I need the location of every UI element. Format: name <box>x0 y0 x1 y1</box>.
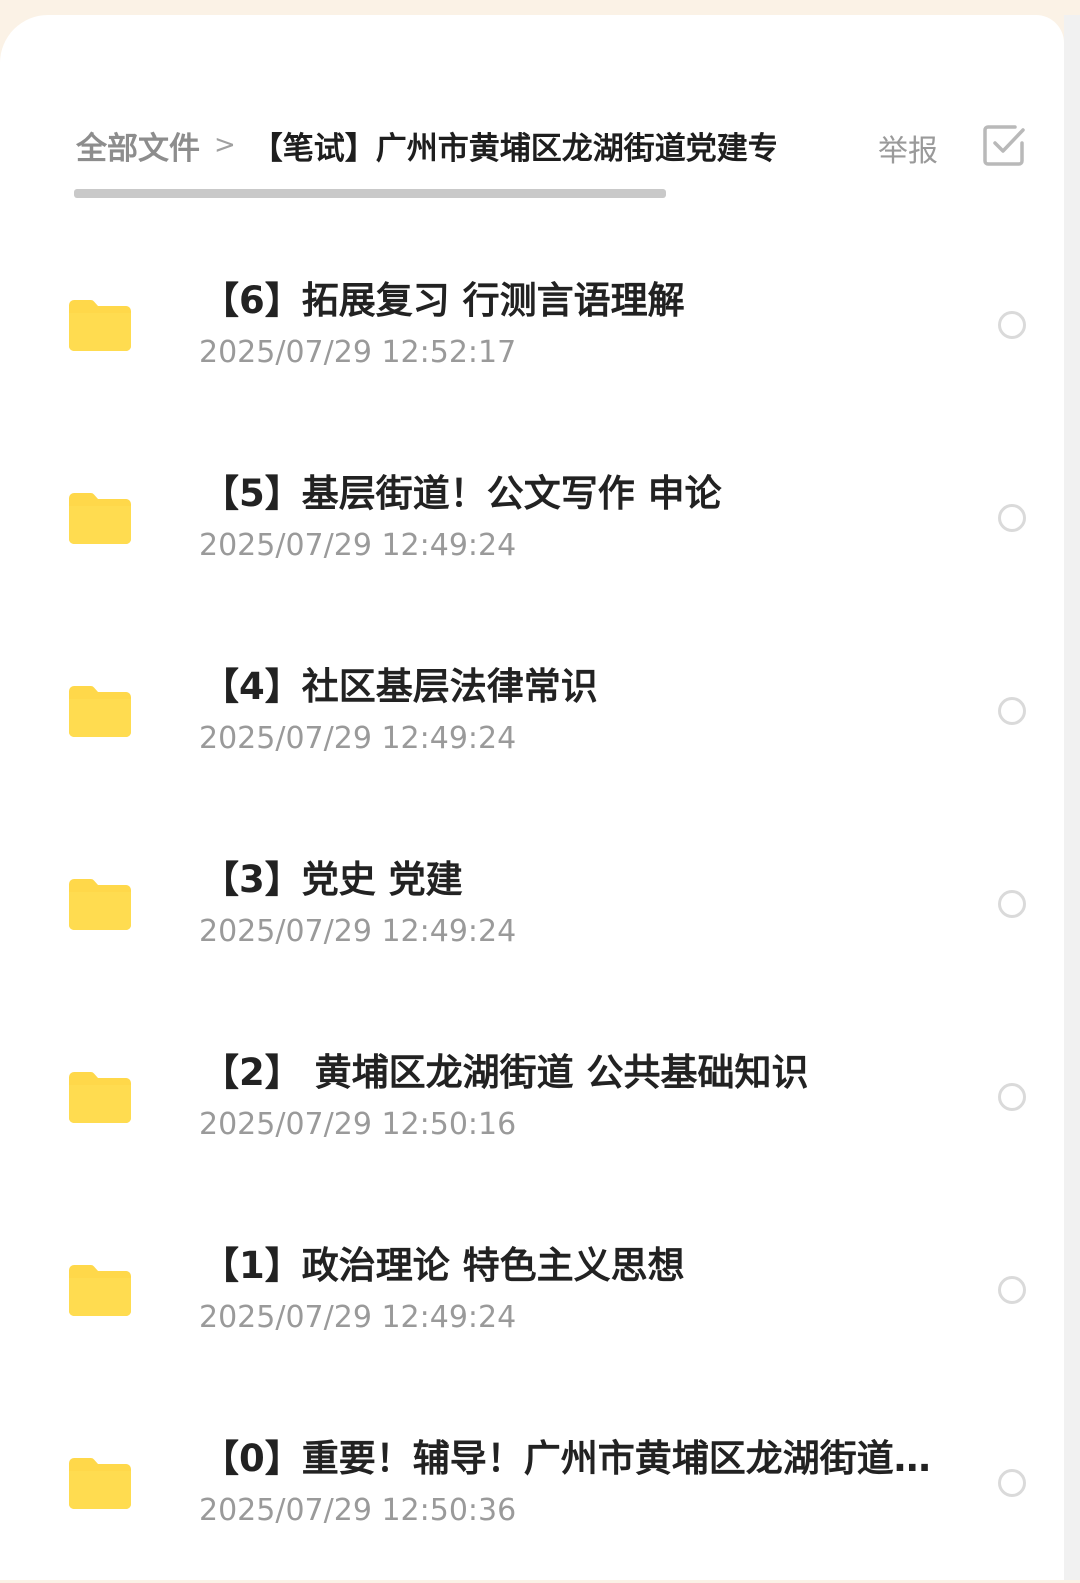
breadcrumb-root-link[interactable]: 全部文件 <box>76 123 200 168</box>
file-date: 2025/07/29 12:49:24 <box>199 914 517 949</box>
file-date: 2025/07/29 12:49:24 <box>199 528 517 563</box>
file-date: 2025/07/29 12:50:36 <box>199 1493 517 1528</box>
file-name: 【1】政治理论 特色主义思想 <box>202 1244 685 1287</box>
breadcrumb-current-folder: 【笔试】广州市黄埔区龙湖街道党建专干 <box>251 130 776 167</box>
folder-icon <box>69 1265 131 1316</box>
file-name: 【3】党史 党建 <box>202 858 463 901</box>
file-row-0[interactable]: 【6】拓展复习 行测言语理解 2025/07/29 12:52:17 <box>0 232 1064 425</box>
file-date: 2025/07/29 12:52:17 <box>199 335 517 370</box>
checkbox-check-icon[interactable] <box>982 123 1026 167</box>
folder-icon <box>69 1072 131 1123</box>
file-name: 【0】重要！辅导！广州市黄埔区龙湖街道党建专干笔试 <box>202 1437 942 1480</box>
radio-circle-icon[interactable] <box>998 1083 1026 1111</box>
breadcrumb-separator: > <box>214 130 236 160</box>
radio-circle-icon[interactable] <box>998 1469 1026 1497</box>
breadcrumb-scrollbar[interactable] <box>74 189 666 198</box>
header-bar: 全部文件 > 【笔试】广州市黄埔区龙湖街道党建专干 举报 <box>0 110 1064 180</box>
file-name: 【4】社区基层法律常识 <box>202 665 598 708</box>
file-name: 【5】基层街道！公文写作 申论 <box>202 472 722 515</box>
folder-icon <box>69 300 131 351</box>
file-name: 【6】拓展复习 行测言语理解 <box>202 279 685 322</box>
file-row-5[interactable]: 【1】政治理论 特色主义思想 2025/07/29 12:49:24 <box>0 1197 1064 1390</box>
folder-icon <box>69 686 131 737</box>
breadcrumb: 全部文件 > 【笔试】广州市黄埔区龙湖街道党建专干 <box>76 110 776 180</box>
file-date: 2025/07/29 12:49:24 <box>199 721 517 756</box>
radio-circle-icon[interactable] <box>998 311 1026 339</box>
folder-icon <box>69 879 131 930</box>
file-row-4[interactable]: 【2】 黄埔区龙湖街道 公共基础知识 2025/07/29 12:50:16 <box>0 1004 1064 1197</box>
radio-circle-icon[interactable] <box>998 1276 1026 1304</box>
file-row-6[interactable]: 【0】重要！辅导！广州市黄埔区龙湖街道党建专干笔试 2025/07/29 12:… <box>0 1390 1064 1583</box>
file-row-2[interactable]: 【4】社区基层法律常识 2025/07/29 12:49:24 <box>0 618 1064 811</box>
file-date: 2025/07/29 12:50:16 <box>199 1107 517 1142</box>
file-list: 【6】拓展复习 行测言语理解 2025/07/29 12:52:17 【5】基层… <box>0 232 1064 1583</box>
radio-circle-icon[interactable] <box>998 697 1026 725</box>
radio-circle-icon[interactable] <box>998 504 1026 532</box>
report-button[interactable]: 举报 <box>878 126 938 170</box>
file-row-1[interactable]: 【5】基层街道！公文写作 申论 2025/07/29 12:49:24 <box>0 425 1064 618</box>
radio-circle-icon[interactable] <box>998 890 1026 918</box>
folder-icon <box>69 1458 131 1509</box>
folder-icon <box>69 493 131 544</box>
file-date: 2025/07/29 12:49:24 <box>199 1300 517 1335</box>
file-name: 【2】 黄埔区龙湖街道 公共基础知识 <box>202 1051 809 1094</box>
file-row-3[interactable]: 【3】党史 党建 2025/07/29 12:49:24 <box>0 811 1064 1004</box>
scroll-edge <box>1064 15 1080 1580</box>
